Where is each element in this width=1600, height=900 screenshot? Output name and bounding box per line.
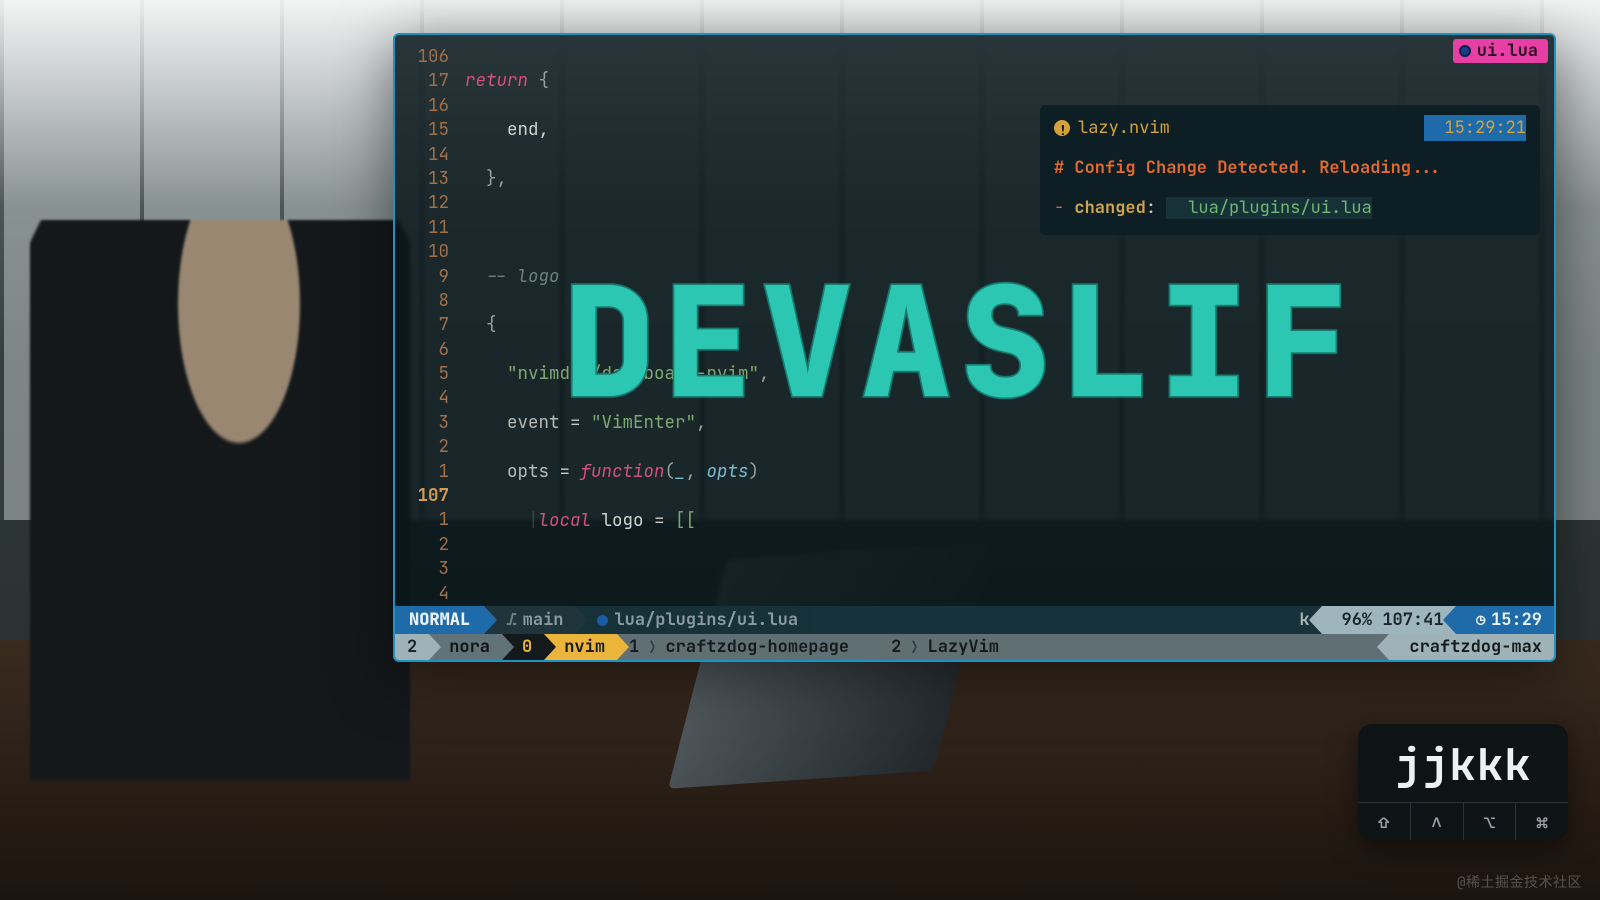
code-line: |local logo = [[ xyxy=(465,509,1546,533)
line-number: 1 xyxy=(395,460,449,484)
line-number: 17 xyxy=(395,69,449,93)
line-number-gutter: 10617161514131211109876543211071234 xyxy=(395,35,459,605)
line-number: 3 xyxy=(395,411,449,435)
mod-shift: ⇧ xyxy=(1358,803,1411,840)
line-number: 11 xyxy=(395,216,449,240)
code-line: opts = function(_, opts) xyxy=(465,460,1546,484)
terminal-window[interactable]: ui.lua lazy.nvim 15:29:21 # Config Chang… xyxy=(393,33,1556,662)
clock-icon: ◷ xyxy=(1476,609,1486,631)
line-number: 13 xyxy=(395,167,449,191)
tmux-session-index[interactable]: 2 xyxy=(395,634,429,660)
line-number: 1 xyxy=(395,508,449,532)
line-number: 4 xyxy=(395,386,449,410)
code-line xyxy=(465,557,1546,581)
statusline: NORMAL ⎇ main lua/plugins/ui.lua k 96% 1… xyxy=(395,606,1554,634)
keycast-keys: jjkkk xyxy=(1358,724,1568,802)
lua-icon xyxy=(597,615,608,626)
line-number: 10 xyxy=(395,240,449,264)
bg-person xyxy=(30,220,410,780)
editor-area[interactable]: 10617161514131211109876543211071234 retu… xyxy=(395,35,1554,605)
line-number: 9 xyxy=(395,265,449,289)
tmux-spacer xyxy=(1011,634,1389,660)
git-branch-icon: ⎇ xyxy=(506,609,516,631)
line-number: 106 xyxy=(395,45,449,69)
code-area[interactable]: return { end, }, -- logo { "nvimdev/dash… xyxy=(459,35,1554,605)
chevron-right-icon: ❭ xyxy=(639,636,665,658)
keycast-overlay: jjkkk ⇧ ∧ ⌥ ⌘ xyxy=(1358,724,1568,840)
line-number: 3 xyxy=(395,557,449,581)
tmux-window[interactable]: 2 ❭ LazyVim xyxy=(861,634,1011,660)
code-line xyxy=(465,216,1546,240)
banner-text: DEVASLIFE xyxy=(563,268,1343,418)
line-number: 107 xyxy=(395,484,449,508)
line-number: 5 xyxy=(395,362,449,386)
line-number: 15 xyxy=(395,118,449,142)
mod-alt: ⌥ xyxy=(1464,803,1517,840)
tmux-hostname: craftzdog-max xyxy=(1389,634,1554,660)
line-number: 14 xyxy=(395,143,449,167)
watermark: @稀土掘金技术社区 xyxy=(1457,872,1582,892)
line-number: 4 xyxy=(395,582,449,606)
filepath-segment: lua/plugins/ui.lua xyxy=(575,606,810,634)
code-line: return { xyxy=(465,69,1546,93)
line-number: 7 xyxy=(395,313,449,337)
git-branch-segment: ⎇ main xyxy=(484,606,575,634)
mod-cmd: ⌘ xyxy=(1516,803,1568,840)
mod-ctrl: ∧ xyxy=(1411,803,1464,840)
line-number: 2 xyxy=(395,533,449,557)
position-segment: 96% 107:41 xyxy=(1322,606,1456,634)
tmux-window[interactable]: 1 ❭ craftzdog-homepage xyxy=(617,634,861,660)
keycast-modifiers: ⇧ ∧ ⌥ ⌘ xyxy=(1358,802,1568,840)
chevron-right-icon: ❭ xyxy=(901,636,927,658)
line-number: 6 xyxy=(395,338,449,362)
line-number: 16 xyxy=(395,94,449,118)
tmux-statusbar[interactable]: 2 nora 0 nvim 1 ❭ craftzdog-homepage 2 ❭… xyxy=(395,634,1554,660)
line-number: 8 xyxy=(395,289,449,313)
line-number: 2 xyxy=(395,435,449,459)
ascii-logo-banner: DEVASLIFE xyxy=(563,268,1343,418)
mode-segment: NORMAL xyxy=(395,606,484,634)
status-spacer xyxy=(810,606,1287,634)
code-line: }, xyxy=(465,167,1546,191)
code-line: end, xyxy=(465,118,1546,142)
line-number: 12 xyxy=(395,191,449,215)
clock-segment: ◷ 15:29 xyxy=(1456,606,1554,634)
